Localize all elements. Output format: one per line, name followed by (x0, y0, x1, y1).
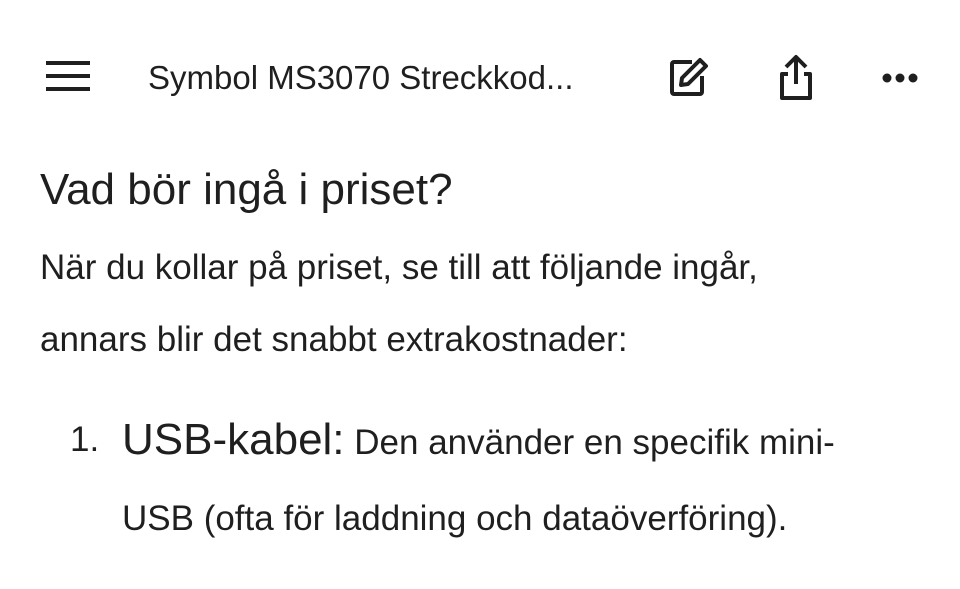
section-heading: Vad bör ingå i priset? (40, 165, 453, 214)
more-horizontal-icon[interactable] (872, 56, 928, 100)
list-item-text-line-2: USB (ofta för laddning och dataöverförin… (122, 499, 788, 538)
ordered-list: 1. USB-kabel: Den använder en specifik m… (70, 402, 930, 557)
list-item-number: 1. (70, 420, 100, 459)
intro-line-2: annars blir det snabbt extrakostnader: (40, 320, 628, 359)
list-item-text-line-1: Den använder en specifik mini- (344, 423, 835, 462)
conversation-title[interactable]: Symbol MS3070 Streckkod... (148, 56, 628, 100)
intro-paragraph: När du kollar på priset, se till att föl… (40, 232, 940, 376)
top-app-bar: Symbol MS3070 Streckkod... (0, 0, 960, 150)
hamburger-menu-icon[interactable] (40, 52, 96, 100)
list-item: 1. USB-kabel: Den använder en specifik m… (70, 402, 930, 557)
intro-line-1: När du kollar på priset, se till att föl… (40, 248, 758, 287)
list-item-title: USB-kabel: (122, 415, 345, 464)
response-content: Vad bör ingå i priset? När du kollar på … (40, 160, 940, 376)
share-icon[interactable] (768, 50, 824, 106)
edit-icon[interactable] (660, 52, 716, 104)
